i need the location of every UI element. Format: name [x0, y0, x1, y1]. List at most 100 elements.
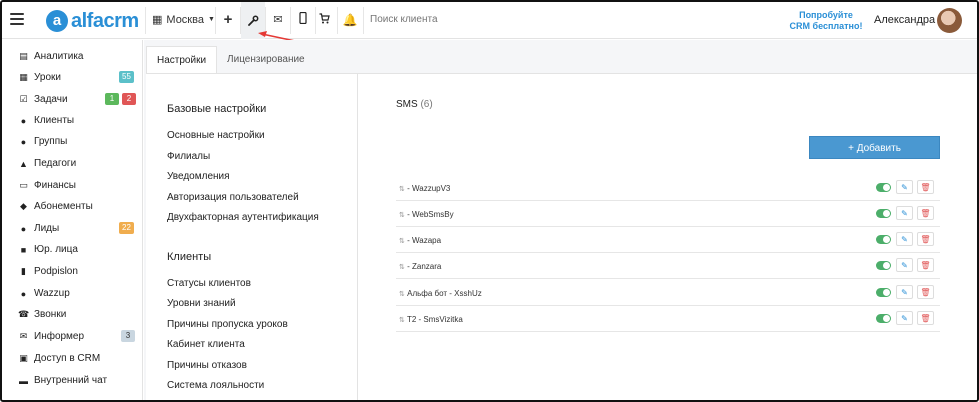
trash-icon[interactable]: 🗑 [917, 180, 934, 194]
pencil-icon[interactable]: ✎ [896, 258, 913, 272]
tab-bar: Настройки Лицензирование [146, 46, 315, 73]
link-user-auth[interactable]: Авторизация пользователей [167, 192, 299, 203]
city-selector[interactable]: ▦ Москва ▼ [152, 13, 215, 27]
row-label: ⇅ Альфа бот - XsshUz [399, 289, 482, 298]
link-knowledge-levels[interactable]: Уровни знаний [167, 298, 236, 309]
enable-toggle[interactable] [876, 261, 891, 270]
divider [363, 7, 364, 34]
menu-icon[interactable] [10, 13, 24, 25]
user-name[interactable]: Александра [874, 14, 935, 26]
plus-icon[interactable]: + [220, 12, 236, 28]
sort-icon[interactable]: ⇅ [399, 186, 405, 193]
money-icon: ▭ [19, 180, 28, 190]
enable-toggle[interactable] [876, 183, 891, 192]
pencil-icon[interactable]: ✎ [896, 180, 913, 194]
sidebar-item-subscriptions[interactable]: ◆ Абонементы [2, 196, 143, 217]
row-text: - WebSmsBy [407, 210, 454, 219]
tab-licensing[interactable]: Лицензирование [217, 46, 315, 73]
sidebar-item-finance[interactable]: ▭ Финансы [2, 175, 143, 196]
sidebar-item-label: Wazzup [34, 288, 70, 299]
sidebar-item-label: Группы [34, 136, 68, 147]
row-text: - WazzupV3 [407, 184, 451, 193]
trial-line-2: CRM бесплатно! [789, 21, 863, 31]
sidebar-item-label: Аналитика [34, 51, 84, 62]
link-refusal-reasons[interactable]: Причины отказов [167, 360, 247, 371]
chat-icon: ▬ [19, 375, 28, 386]
avatar[interactable] [937, 8, 962, 33]
sort-icon[interactable]: ⇅ [399, 291, 405, 298]
trash-icon[interactable]: 🗑 [917, 206, 934, 220]
sidebar-item-label: Педагоги [34, 158, 77, 169]
trash-icon[interactable]: 🗑 [917, 285, 934, 299]
sidebar-item-podpislon[interactable]: ▮ Podpislon [2, 261, 143, 282]
pencil-icon[interactable]: ✎ [896, 311, 913, 325]
row-label: ⇅ T2 - SmsVizitka [399, 315, 463, 324]
add-button[interactable]: + Добавить [809, 136, 940, 159]
table-row: ⇅ - Wazapa ✎ 🗑 [396, 227, 940, 253]
sidebar-item-clients[interactable]: ● Клиенты [2, 110, 143, 131]
app-frame: a alfacrm ▦ Москва ▼ + ✉ 🔔 Попробуйте [0, 0, 979, 402]
sidebar-item-leads[interactable]: ● Лиды 22 [2, 218, 143, 239]
link-main-settings[interactable]: Основные настройки [167, 130, 265, 141]
sidebar-item-calls[interactable]: ☎ Звонки [2, 304, 143, 325]
sidebar-item-label: Звонки [34, 309, 67, 320]
row-text: Альфа бот - XsshUz [407, 289, 482, 298]
basic-settings-title: Базовые настройки [167, 103, 267, 115]
sort-icon[interactable]: ⇅ [399, 212, 405, 219]
sidebar-item-groups[interactable]: ● Группы [2, 131, 143, 152]
row-text: T2 - SmsVizitka [406, 315, 463, 324]
sort-icon[interactable]: ⇅ [399, 317, 405, 324]
table-row: ⇅ - Zanzara ✎ 🗑 [396, 253, 940, 279]
sidebar-item-teachers[interactable]: ▲ Педагоги [2, 153, 143, 174]
link-notifications[interactable]: Уведомления [167, 171, 230, 182]
enable-toggle[interactable] [876, 288, 891, 297]
chart-icon: ▤ [19, 51, 28, 61]
graduation-icon: ▲ [19, 158, 28, 169]
sort-icon[interactable]: ⇅ [399, 264, 405, 271]
sort-icon[interactable]: ⇅ [399, 238, 405, 245]
bell-icon[interactable]: 🔔 [342, 12, 358, 28]
user-icon: ● [20, 115, 27, 126]
enable-toggle[interactable] [876, 314, 891, 323]
tab-settings[interactable]: Настройки [146, 46, 218, 73]
user-plus-icon: ● [20, 223, 27, 234]
trial-link[interactable]: Попробуйте CRM бесплатно! [788, 10, 864, 32]
row-text: - Zanzara [407, 262, 442, 271]
informer-badge: 3 [121, 330, 135, 342]
link-branches[interactable]: Филиалы [167, 151, 210, 162]
sidebar-item-analytics[interactable]: ▤ Аналитика [2, 46, 143, 67]
sidebar-item-crm-access[interactable]: ▣ Доступ в CRM [2, 348, 143, 369]
table-row: ⇅ - WazzupV3 ✎ 🗑 [396, 175, 940, 201]
sidebar-item-legal[interactable]: ■ Юр. лица [2, 239, 143, 260]
sidebar-item-lessons[interactable]: ▦ Уроки 55 [2, 67, 143, 88]
logo[interactable]: a alfacrm [46, 10, 139, 32]
sidebar-item-label: Уроки [34, 72, 61, 83]
sidebar-item-wazzup[interactable]: ● Wazzup [2, 283, 143, 304]
link-loyalty[interactable]: Система лояльности [167, 380, 264, 391]
sidebar-item-tasks[interactable]: ☑ Задачи 1 2 [2, 89, 143, 110]
sidebar-item-informer[interactable]: ✉ Информер 3 [2, 326, 143, 347]
pencil-icon[interactable]: ✎ [896, 206, 913, 220]
row-label: ⇅ - WazzupV3 [399, 184, 450, 193]
top-bar: a alfacrm ▦ Москва ▼ + ✉ 🔔 Попробуйте [2, 2, 977, 39]
pencil-icon[interactable]: ✎ [896, 232, 913, 246]
table-row: ⇅ T2 - SmsVizitka ✎ 🗑 [396, 306, 940, 332]
trash-icon[interactable]: 🗑 [917, 258, 934, 272]
search-input[interactable] [370, 14, 570, 25]
pencil-icon[interactable]: ✎ [896, 285, 913, 299]
link-absence-reasons[interactable]: Причины пропуска уроков [167, 319, 288, 330]
sidebar-item-label: Внутренний чат [34, 375, 108, 386]
trash-icon[interactable]: 🗑 [917, 232, 934, 246]
sidebar-item-internal-chat[interactable]: ▬ Внутренний чат [2, 370, 143, 391]
link-two-factor[interactable]: Двухфакторная аутентификация [167, 212, 319, 223]
link-client-statuses[interactable]: Статусы клиентов [167, 278, 251, 289]
leads-badge: 22 [119, 222, 134, 234]
mail-icon: ✉ [19, 331, 28, 341]
link-client-cabinet[interactable]: Кабинет клиента [167, 339, 245, 350]
sms-section: SMS (6) + Добавить ⇅ - WazzupV3 ✎ 🗑 ⇅ - … [359, 74, 977, 400]
sidebar-item-label: Информер [34, 331, 85, 342]
row-text: - Wazapa [407, 236, 442, 245]
enable-toggle[interactable] [876, 235, 891, 244]
trash-icon[interactable]: 🗑 [917, 311, 934, 325]
enable-toggle[interactable] [876, 209, 891, 218]
